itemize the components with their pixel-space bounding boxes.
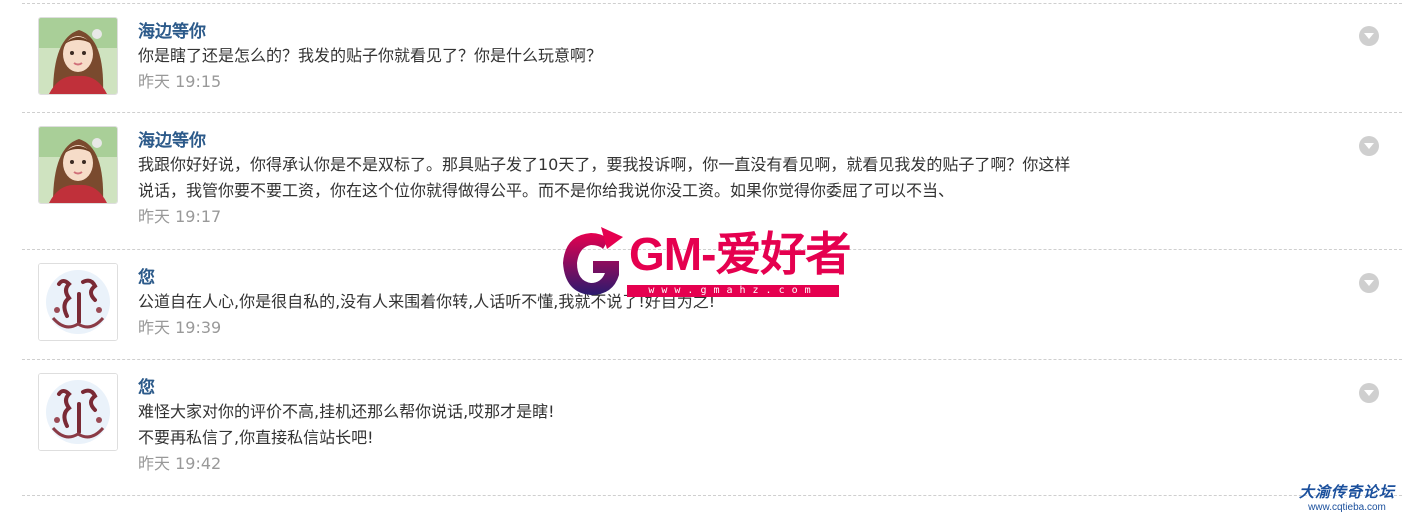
message-body: 海边等你 我跟你好好说，你得承认你是不是双标了。那具贴子发了10天了，要我投诉啊… — [138, 130, 1238, 230]
sender-name[interactable]: 您 — [138, 377, 1238, 399]
calligraphy-seal-avatar[interactable] — [38, 263, 118, 341]
watermark-url: www.gmahz.com — [627, 285, 839, 297]
message-body: 海边等你 你是瞎了还是怎么的？我发的贴子你就看见了？你是什么玩意啊？ 昨天 19… — [138, 21, 1238, 95]
forum-logo-url: www.cqtieba.com — [1308, 502, 1386, 513]
message-text: 说话，我管你要不要工资，你在这个位你就得做得公平。而不是你给我说你没工资。如果你… — [138, 181, 955, 200]
message-text: 不要再私信了,你直接私信站长吧! — [138, 428, 374, 447]
message-body: 您 难怪大家对你的评价不高,挂机还那么帮你说话,哎那才是瞎! 不要再私信了,你直… — [138, 377, 1238, 477]
sender-name[interactable]: 海边等你 — [138, 21, 1238, 43]
chevron-down-circle-icon[interactable] — [1359, 136, 1379, 156]
forum-logo-title: 大渝传奇论坛 — [1298, 483, 1395, 501]
message-text: 我跟你好好说，你得承认你是不是双标了。那具贴子发了10天了，要我投诉啊，你一直没… — [138, 155, 1071, 174]
watermark: GM-爱好者 www.gmahz.com — [557, 225, 851, 303]
message-time: 昨天 19:39 — [138, 318, 222, 337]
message-thread: 海边等你 你是瞎了还是怎么的？我发的贴子你就看见了？你是什么玩意啊？ 昨天 19… — [0, 0, 1407, 524]
girl-portrait-avatar[interactable] — [38, 126, 118, 204]
message-text: 难怪大家对你的评价不高,挂机还那么帮你说话,哎那才是瞎! — [138, 402, 555, 421]
sender-name[interactable]: 海边等你 — [138, 130, 1238, 152]
chevron-down-circle-icon[interactable] — [1359, 383, 1379, 403]
chevron-down-circle-icon[interactable] — [1359, 26, 1379, 46]
message-time: 昨天 19:15 — [138, 72, 222, 91]
g-arrow-logo-icon — [563, 227, 623, 295]
girl-portrait-avatar[interactable] — [38, 17, 118, 95]
message-item: 海边等你 你是瞎了还是怎么的？我发的贴子你就看见了？你是什么玩意啊？ 昨天 19… — [22, 4, 1402, 113]
message-text: 你是瞎了还是怎么的？我发的贴子你就看见了？你是什么玩意啊？ — [138, 46, 603, 65]
chevron-down-circle-icon[interactable] — [1359, 273, 1379, 293]
forum-logo: 大渝传奇论坛 www.cqtieba.com — [1299, 482, 1395, 514]
message-time: 昨天 19:42 — [138, 454, 222, 473]
message-item: 您 难怪大家对你的评价不高,挂机还那么帮你说话,哎那才是瞎! 不要再私信了,你直… — [22, 360, 1402, 496]
calligraphy-seal-avatar[interactable] — [38, 373, 118, 451]
watermark-brand: GM-爱好者 — [629, 228, 851, 280]
